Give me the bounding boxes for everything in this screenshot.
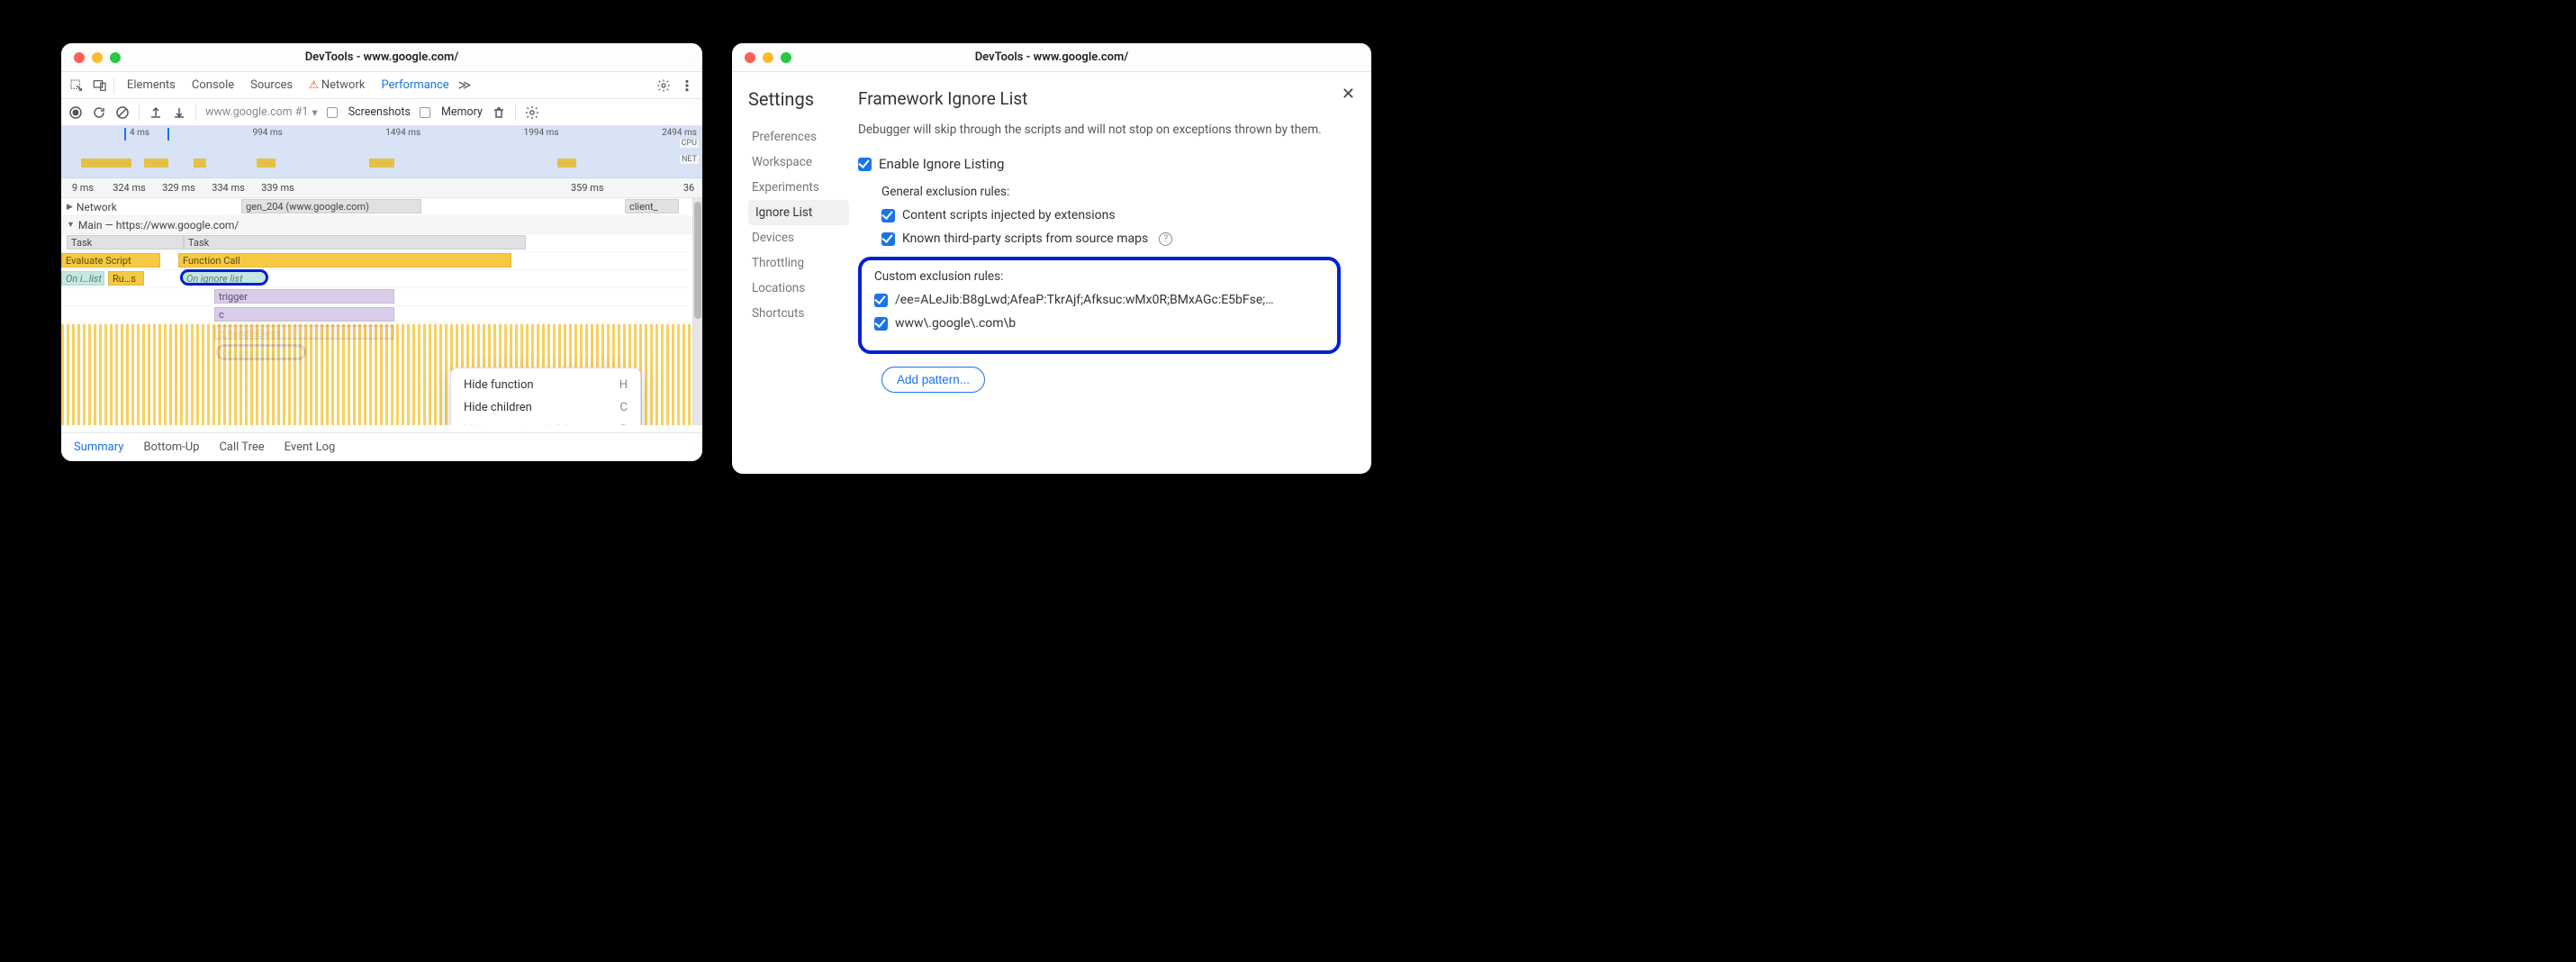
network-bar[interactable]: client_	[625, 199, 679, 213]
reload-icon[interactable]	[92, 105, 106, 120]
general-rules-heading: General exclusion rules:	[881, 185, 1351, 199]
sidebar-item-preferences[interactable]: Preferences	[748, 124, 858, 150]
help-icon[interactable]: ?	[1159, 232, 1172, 246]
titlebar[interactable]: DevTools - www.google.com/	[732, 43, 1371, 72]
flame-bar-task[interactable]: Task	[67, 235, 184, 250]
capture-settings-icon[interactable]	[525, 105, 539, 120]
ruler-tick: 359 ms	[555, 182, 675, 194]
custom-rule-checkbox[interactable]: www\.google\.com\b	[874, 316, 1324, 331]
network-track-header[interactable]: ▶Network	[61, 198, 221, 216]
custom-rule-checkbox[interactable]: /ee=ALeJib:B8gLwd;AfeaP:TkrAjf;Afksuc:wM…	[874, 293, 1324, 307]
main-track-header[interactable]: ▼Main — https://www.google.com/	[61, 216, 702, 234]
ruler-tick: 9 ms	[61, 182, 104, 194]
overview-tick: 994 ms	[253, 128, 283, 138]
window-title: DevTools - www.google.com/	[61, 50, 702, 64]
tab-console[interactable]: Console	[192, 78, 234, 92]
window-close-button[interactable]	[745, 52, 755, 63]
window-minimize-button[interactable]	[92, 52, 103, 63]
flame-chart[interactable]: ▶Network gen_204 (www.google.com) client…	[61, 198, 702, 425]
timeline-overview[interactable]: 4 ms 994 ms 1494 ms 1994 ms 2494 ms CPU …	[61, 126, 702, 178]
devtools-performance-window: DevTools - www.google.com/ Elements Cons…	[61, 43, 702, 461]
devtools-settings-window: DevTools - www.google.com/ Settings Pref…	[732, 43, 1371, 474]
tab-elements[interactable]: Elements	[127, 78, 176, 92]
screenshots-checkbox[interactable]: Screenshots	[327, 105, 411, 119]
window-close-button[interactable]	[74, 52, 85, 63]
sidebar-item-workspace[interactable]: Workspace	[748, 150, 858, 175]
overview-tick: 1494 ms	[385, 128, 420, 138]
ruler-tick: 324 ms	[104, 182, 154, 194]
window-title: DevTools - www.google.com/	[732, 50, 1371, 64]
memory-checkbox[interactable]: Memory	[420, 105, 483, 119]
more-tabs-icon[interactable]: ≫	[458, 78, 472, 93]
close-icon[interactable]: ✕	[1342, 85, 1355, 104]
tab-summary[interactable]: Summary	[74, 440, 123, 454]
window-maximize-button[interactable]	[781, 52, 791, 63]
details-tabs: Summary Bottom-Up Call Tree Event Log	[61, 432, 702, 461]
flame-bar[interactable]: Ru…s	[108, 271, 144, 286]
overview-tick: 2494 ms	[662, 128, 697, 138]
gear-icon[interactable]	[654, 76, 673, 95]
settings-sidebar: Settings Preferences Workspace Experimen…	[732, 72, 858, 474]
ruler-tick: 339 ms	[253, 182, 303, 194]
sidebar-item-devices[interactable]: Devices	[748, 225, 858, 250]
tab-performance[interactable]: Performance	[381, 78, 448, 92]
device-toggle-icon[interactable]	[90, 76, 110, 95]
sidebar-item-experiments[interactable]: Experiments	[748, 175, 858, 200]
window-maximize-button[interactable]	[110, 52, 121, 63]
ctx-hide-function[interactable]: Hide functionH	[451, 374, 640, 396]
page-description: Debugger will skip through the scripts a…	[858, 122, 1351, 138]
sidebar-item-ignore-list[interactable]: Ignore List	[748, 200, 849, 225]
flame-bar-ignored[interactable]: On i…list	[61, 271, 104, 286]
custom-rule-text: www\.google\.com\b	[895, 316, 1016, 331]
content-scripts-checkbox[interactable]: Content scripts injected by extensions	[881, 208, 1351, 222]
tab-call-tree[interactable]: Call Tree	[219, 440, 264, 454]
context-menu: Hide functionH Hide childrenC Hide repea…	[450, 368, 641, 425]
panel-tabs-bar: Elements Console Sources Network Perform…	[61, 72, 702, 99]
custom-rule-text: /ee=ALeJib:B8gLwd;AfeaP:TkrAjf;Afksuc:wM…	[895, 293, 1274, 307]
overview-tick: 1994 ms	[524, 128, 559, 138]
ruler-tick: 334 ms	[203, 182, 253, 194]
settings-content: ✕ Framework Ignore List Debugger will sk…	[858, 72, 1371, 474]
custom-rules-heading: Custom exclusion rules:	[874, 269, 1324, 284]
kebab-icon[interactable]	[677, 76, 697, 95]
ctx-hide-repeating: Hide repeating childrenR	[451, 419, 640, 425]
tab-sources[interactable]: Sources	[250, 78, 293, 92]
download-icon[interactable]	[172, 105, 186, 120]
ctx-hide-children[interactable]: Hide childrenC	[451, 396, 640, 419]
custom-rules-highlight: Custom exclusion rules: /ee=ALeJib:B8gLw…	[858, 257, 1341, 354]
sidebar-item-shortcuts[interactable]: Shortcuts	[748, 301, 858, 326]
flame-ruler[interactable]: 9 ms 324 ms 329 ms 334 ms 339 ms 359 ms …	[61, 178, 702, 198]
settings-title: Settings	[748, 88, 858, 110]
network-bar[interactable]: gen_204 (www.google.com)	[241, 199, 421, 213]
titlebar[interactable]: DevTools - www.google.com/	[61, 43, 702, 72]
upload-icon[interactable]	[149, 105, 163, 120]
flame-bar[interactable]: trigger	[214, 289, 394, 304]
flame-bar-task[interactable]: Task	[184, 235, 526, 250]
collect-garbage-icon[interactable]	[492, 105, 506, 120]
flame-bar-function-call[interactable]: Function Call	[178, 253, 511, 268]
window-minimize-button[interactable]	[763, 52, 773, 63]
performance-toolbar: www.google.com #1▾ Screenshots Memory	[61, 99, 702, 126]
third-party-scripts-checkbox[interactable]: Known third-party scripts from source ma…	[881, 231, 1351, 246]
page-heading: Framework Ignore List	[858, 88, 1351, 109]
sidebar-item-throttling[interactable]: Throttling	[748, 250, 858, 276]
scrollbar-thumb[interactable]	[694, 202, 701, 319]
tab-event-log[interactable]: Event Log	[285, 440, 336, 454]
ruler-tick: 36	[675, 182, 702, 194]
flame-bar-ignored-highlighted[interactable]: On ignore list	[180, 269, 268, 286]
clear-icon[interactable]	[115, 105, 130, 120]
tab-network[interactable]: Network	[309, 78, 365, 92]
tab-bottom-up[interactable]: Bottom-Up	[143, 440, 199, 454]
enable-ignore-listing-checkbox[interactable]: Enable Ignore Listing	[858, 156, 1351, 172]
record-icon[interactable]	[68, 105, 83, 120]
flame-bar[interactable]: c	[214, 307, 394, 322]
ruler-tick: 329 ms	[154, 182, 203, 194]
add-pattern-button[interactable]: Add pattern...	[881, 367, 985, 393]
recording-selector[interactable]: www.google.com #1▾	[205, 105, 318, 120]
inspect-icon[interactable]	[67, 76, 86, 95]
sidebar-item-locations[interactable]: Locations	[748, 276, 858, 301]
flame-bar-evaluate-script[interactable]: Evaluate Script	[61, 253, 160, 268]
